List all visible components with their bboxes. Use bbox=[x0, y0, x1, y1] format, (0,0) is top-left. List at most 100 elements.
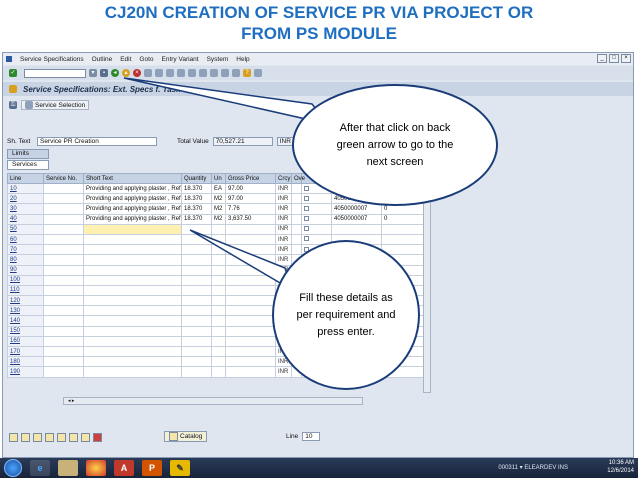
cell-service-no[interactable] bbox=[43, 244, 84, 256]
cell-currency[interactable]: INR bbox=[275, 233, 292, 246]
cell-quantity[interactable] bbox=[181, 345, 212, 358]
cell-currency[interactable]: INR bbox=[275, 203, 292, 215]
cell-quantity[interactable] bbox=[181, 233, 212, 246]
cell-reference[interactable] bbox=[331, 223, 382, 235]
close-icon[interactable]: × bbox=[621, 54, 631, 63]
cell-overfulfil[interactable] bbox=[291, 244, 302, 256]
cell-quantity[interactable] bbox=[181, 264, 212, 276]
cell-service-no[interactable] bbox=[43, 345, 84, 358]
row-checkbox[interactable] bbox=[304, 185, 309, 191]
cell-service-no[interactable] bbox=[43, 284, 84, 297]
menu-goto[interactable]: Goto bbox=[139, 56, 153, 63]
cell-short-text[interactable]: Providing and applying plaster , Ref-.. bbox=[83, 193, 182, 205]
cell-quantity[interactable]: 18.370 bbox=[181, 213, 212, 225]
cell-unit[interactable] bbox=[211, 284, 226, 297]
cell-gross-price[interactable] bbox=[225, 325, 276, 337]
cell-unit[interactable]: M2 bbox=[211, 193, 226, 205]
cell-line[interactable]: 150 bbox=[7, 325, 44, 337]
cell-unit[interactable] bbox=[211, 223, 226, 235]
print-icon[interactable] bbox=[144, 69, 152, 77]
shortcut-icon[interactable] bbox=[232, 69, 240, 77]
cell-gross-price[interactable]: 97.00 bbox=[225, 193, 276, 205]
cell-quantity[interactable] bbox=[181, 315, 212, 327]
cell-gross-price[interactable] bbox=[225, 295, 276, 307]
cell-gross-price[interactable] bbox=[225, 315, 276, 327]
cell-unit[interactable] bbox=[211, 356, 226, 368]
cell-line[interactable]: 180 bbox=[7, 356, 44, 368]
cell-service-no[interactable] bbox=[43, 335, 84, 348]
cell-gross-price[interactable]: 97.00 bbox=[225, 182, 276, 195]
cell-short-text[interactable] bbox=[83, 254, 182, 266]
cell-service-no[interactable] bbox=[43, 295, 84, 307]
table-row[interactable]: 30 Providing and applying plaster , Ref-.… bbox=[7, 203, 428, 215]
cell-service-no[interactable] bbox=[43, 193, 84, 205]
cell-short-text[interactable] bbox=[83, 305, 182, 317]
help-icon[interactable]: ? bbox=[243, 69, 251, 77]
cell-service-no[interactable] bbox=[43, 325, 84, 337]
cell-unit[interactable]: M2 bbox=[211, 213, 226, 225]
table-row[interactable]: 50 INR bbox=[7, 223, 428, 235]
cell-quantity[interactable] bbox=[181, 244, 212, 256]
menu-outline[interactable]: Outline bbox=[92, 56, 113, 63]
cell-currency[interactable]: INR bbox=[275, 182, 292, 195]
service-selection-button[interactable]: Service Selection bbox=[21, 100, 90, 110]
cell-unit[interactable]: EA bbox=[211, 182, 226, 195]
vertical-scrollbar[interactable] bbox=[423, 173, 431, 393]
delete-row-icon[interactable] bbox=[93, 432, 102, 442]
cell-unit[interactable]: M2 bbox=[211, 203, 226, 215]
cell-quantity[interactable] bbox=[181, 274, 212, 286]
cell-short-text[interactable] bbox=[83, 244, 182, 256]
col-service-no[interactable]: Service No. bbox=[43, 173, 84, 184]
cell-line[interactable]: 120 bbox=[7, 295, 44, 307]
cell-short-text[interactable] bbox=[83, 325, 182, 337]
cell-line[interactable]: 60 bbox=[7, 233, 44, 246]
cell-gross-price[interactable] bbox=[225, 223, 276, 235]
cell-short-text[interactable]: Providing and applying plaster , Ref-.. bbox=[83, 213, 182, 225]
cell-gross-price[interactable] bbox=[225, 345, 276, 358]
cell-line[interactable]: 160 bbox=[7, 335, 44, 348]
command-field[interactable] bbox=[24, 68, 86, 78]
row-checkbox[interactable] bbox=[304, 236, 309, 242]
menu-entry-variant[interactable]: Entry Variant bbox=[162, 56, 199, 63]
col-currency[interactable]: Crcy bbox=[275, 173, 292, 184]
cell-line[interactable]: 10 bbox=[7, 182, 44, 195]
cell-gross-price[interactable] bbox=[225, 254, 276, 266]
cell-currency[interactable]: INR bbox=[275, 366, 292, 378]
cut-row-icon[interactable] bbox=[57, 432, 66, 442]
last-page-icon[interactable] bbox=[210, 69, 218, 77]
cell-line[interactable]: 50 bbox=[7, 223, 44, 235]
cell-gross-price[interactable] bbox=[225, 335, 276, 348]
cell-service-no[interactable] bbox=[43, 305, 84, 317]
cell-reference[interactable]: 4050000007 bbox=[331, 203, 382, 215]
cell-unit[interactable] bbox=[211, 254, 226, 266]
cell-gross-price[interactable] bbox=[225, 284, 276, 297]
cell-service-no[interactable] bbox=[43, 203, 84, 215]
cell-unit[interactable] bbox=[211, 345, 226, 358]
cell-unit[interactable] bbox=[211, 244, 226, 256]
cell-short-text[interactable] bbox=[83, 356, 182, 368]
prev-page-icon[interactable] bbox=[188, 69, 196, 77]
cell-extra[interactable]: 0 bbox=[381, 213, 428, 225]
cell-currency[interactable]: INR bbox=[275, 223, 292, 235]
exit-icon[interactable]: ▴ bbox=[122, 69, 130, 77]
cell-overfulfil[interactable] bbox=[291, 233, 302, 246]
menu-help[interactable]: Help bbox=[236, 56, 249, 63]
cell-unit[interactable] bbox=[211, 274, 226, 286]
cell-short-text[interactable] bbox=[83, 315, 182, 327]
cell-unit[interactable] bbox=[211, 325, 226, 337]
cell-quantity[interactable] bbox=[181, 356, 212, 368]
cell-overfulfil[interactable] bbox=[291, 213, 302, 225]
cell-short-text[interactable] bbox=[83, 366, 182, 378]
cell-overfulfil[interactable] bbox=[291, 193, 302, 205]
deselect-all-icon[interactable] bbox=[21, 432, 30, 442]
tab-limits[interactable]: Limits bbox=[7, 149, 49, 159]
cell-gross-price[interactable]: 3,637.50 bbox=[225, 213, 276, 225]
cell-quantity[interactable] bbox=[181, 305, 212, 317]
menu-edit[interactable]: Edit bbox=[120, 56, 131, 63]
insert-row-icon[interactable] bbox=[45, 432, 54, 442]
cell-unit[interactable] bbox=[211, 233, 226, 246]
cell-quantity[interactable] bbox=[181, 335, 212, 348]
paste-row-icon[interactable] bbox=[69, 432, 78, 442]
new-session-icon[interactable] bbox=[221, 69, 229, 77]
cell-short-text[interactable] bbox=[83, 295, 182, 307]
